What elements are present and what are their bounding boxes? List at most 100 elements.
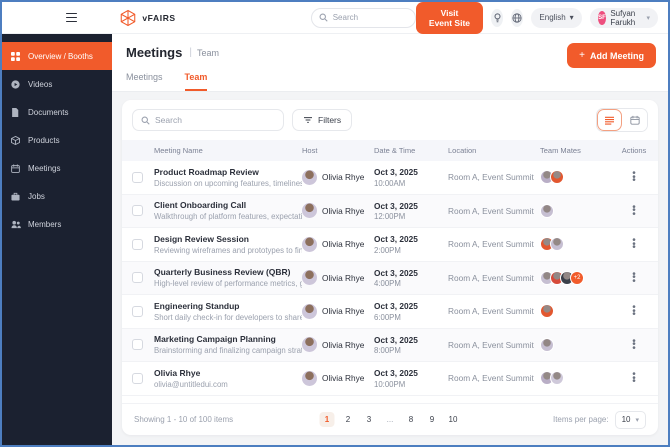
document-icon bbox=[11, 107, 21, 117]
global-search-input[interactable] bbox=[332, 13, 408, 22]
box-icon bbox=[11, 135, 21, 145]
table-toolbar: Filters bbox=[122, 100, 658, 140]
meeting-time: 12:00PM bbox=[374, 212, 406, 221]
chevron-down-icon: ▾ bbox=[569, 13, 574, 22]
global-search[interactable] bbox=[310, 7, 416, 28]
host-avatar bbox=[302, 270, 317, 286]
table-row: Quarterly Business Review (QBR) High-leve… bbox=[122, 261, 658, 295]
hamburger-menu-icon[interactable] bbox=[66, 10, 78, 25]
meeting-subtitle: Reviewing wireframes and prototypes to f… bbox=[154, 245, 302, 255]
sidebar-item-members[interactable]: Members bbox=[2, 210, 112, 238]
pagination-page-9[interactable]: 9 bbox=[425, 412, 440, 427]
sidebar-item-jobs[interactable]: Jobs bbox=[2, 182, 112, 210]
actions-cell: • • • bbox=[620, 336, 648, 353]
sidebar-item-documents[interactable]: Documents bbox=[2, 98, 112, 126]
host-name: Olivia Rhye bbox=[322, 306, 365, 317]
pagination-page-10[interactable]: 10 bbox=[446, 412, 461, 427]
main-content: Meetings | Team + Add Meeting Meetings T… bbox=[112, 34, 668, 445]
meeting-time: 10:00PM bbox=[374, 379, 406, 389]
visit-event-site-button[interactable]: Visit Event Site bbox=[415, 2, 484, 34]
globe-icon[interactable] bbox=[511, 8, 524, 27]
breadcrumb-separator: | bbox=[189, 47, 192, 58]
date-time-cell: Oct 3, 2025 12:00PM bbox=[374, 201, 448, 222]
meeting-name-cell: Design Review Session Reviewing wireframe… bbox=[154, 234, 302, 255]
row-checkbox[interactable] bbox=[132, 205, 143, 217]
tab-team[interactable]: Team bbox=[184, 72, 208, 91]
meeting-subtitle: Discussion on upcoming features, timelin… bbox=[154, 178, 302, 188]
table-footer: Showing 1 - 10 of 100 items 1 2 3... 8 9 10 I… bbox=[122, 403, 658, 435]
table-search[interactable] bbox=[132, 109, 284, 131]
date-time-cell: Oct 3, 2025 10:00AM bbox=[374, 167, 448, 188]
search-icon bbox=[319, 13, 328, 22]
meeting-time: 10:00AM bbox=[374, 178, 406, 188]
host-avatar bbox=[302, 169, 317, 185]
host-name: Olivia Rhye bbox=[322, 272, 365, 283]
meeting-title: Marketing Campaign Planning bbox=[154, 334, 276, 345]
date-time-cell: Oct 3, 2025 6:00PM bbox=[374, 301, 448, 322]
team-mates-overflow-badge[interactable]: +2 bbox=[570, 270, 584, 285]
column-header: Location bbox=[448, 146, 477, 155]
column-header: Actions bbox=[621, 146, 647, 155]
tab-meetings[interactable]: Meetings bbox=[126, 72, 163, 91]
chevron-down-icon: ▾ bbox=[646, 14, 651, 22]
page-title: Meetings bbox=[126, 45, 183, 60]
row-actions-kebab-icon[interactable]: • • • bbox=[632, 202, 636, 219]
sidebar-item-videos[interactable]: Videos bbox=[2, 70, 112, 98]
row-actions-kebab-icon[interactable]: • • • bbox=[632, 169, 636, 186]
list-view-button[interactable] bbox=[597, 109, 622, 131]
row-actions-kebab-icon[interactable]: • • • bbox=[632, 303, 636, 320]
row-checkbox[interactable] bbox=[132, 372, 143, 384]
row-checkbox[interactable] bbox=[132, 272, 143, 284]
row-actions-kebab-icon[interactable]: • • • bbox=[632, 336, 636, 353]
meetings-card: Filters bbox=[122, 100, 658, 435]
lightbulb-icon[interactable] bbox=[491, 8, 504, 27]
row-checkbox[interactable] bbox=[132, 305, 143, 317]
pagination-page-3[interactable]: 3 bbox=[362, 412, 377, 427]
location-cell: Room A, Event Summit bbox=[448, 205, 534, 216]
sidebar: Overview / Booths Videos Documents Products… bbox=[2, 34, 112, 445]
view-toggle bbox=[596, 108, 648, 132]
page-header: Meetings | Team + Add Meeting Meetings T… bbox=[112, 34, 668, 92]
grid-icon bbox=[11, 51, 21, 61]
meeting-title: Product Roadmap Review bbox=[154, 166, 259, 177]
host-name: Olivia Rhye bbox=[322, 239, 365, 250]
row-actions-kebab-icon[interactable]: • • • bbox=[632, 269, 636, 286]
location-cell: Room A, Event Summit bbox=[448, 172, 534, 183]
host-avatar bbox=[302, 203, 317, 219]
sidebar-item-meetings[interactable]: Meetings bbox=[2, 154, 112, 182]
sidebar-item-products[interactable]: Products bbox=[2, 126, 112, 154]
pagination-page-1[interactable]: 1 bbox=[319, 412, 335, 427]
team-mates-cell bbox=[540, 170, 620, 185]
pagination-page-8[interactable]: 8 bbox=[404, 412, 419, 427]
pagination-page-2[interactable]: 2 bbox=[341, 412, 356, 427]
items-per-page-select[interactable]: 10 ▾ bbox=[614, 410, 646, 429]
row-actions-kebab-icon[interactable]: • • • bbox=[632, 236, 636, 253]
calendar-icon bbox=[11, 163, 21, 173]
add-meeting-button[interactable]: + Add Meeting bbox=[567, 43, 656, 68]
meeting-date: Oct 3, 2025 bbox=[374, 200, 418, 211]
row-checkbox[interactable] bbox=[132, 339, 143, 351]
table-search-input[interactable] bbox=[155, 115, 275, 125]
meeting-name-cell: Client Onboarding Call Walkthrough of pla… bbox=[154, 200, 302, 221]
calendar-view-button[interactable] bbox=[622, 109, 647, 131]
meeting-subtitle: Walkthrough of platform features, expect… bbox=[154, 212, 302, 222]
filters-button[interactable]: Filters bbox=[292, 109, 353, 131]
location-cell: Room A, Event Summit bbox=[448, 272, 534, 283]
row-checkbox[interactable] bbox=[132, 238, 143, 250]
meeting-time: 6:00PM bbox=[374, 312, 401, 322]
language-selector[interactable]: English ▾ bbox=[531, 7, 582, 28]
table-row: Client Onboarding Call Walkthrough of pla… bbox=[122, 194, 658, 228]
host-cell: Olivia Rhye bbox=[302, 303, 374, 319]
user-menu[interactable]: SF Sufyan Farukh ▾ bbox=[589, 7, 659, 28]
user-avatar: SF bbox=[597, 10, 607, 25]
sidebar-item-label: Documents bbox=[28, 107, 69, 117]
actions-cell: • • • bbox=[620, 303, 648, 320]
row-actions-kebab-icon[interactable]: • • • bbox=[632, 370, 636, 387]
meeting-name-cell: Olivia Rhye olivia@untitledui.com bbox=[154, 368, 302, 389]
host-avatar bbox=[302, 337, 317, 353]
meeting-name-cell: Product Roadmap Review Discussion on upco… bbox=[154, 167, 302, 188]
sidebar-item-overview-booths[interactable]: Overview / Booths bbox=[2, 42, 112, 70]
row-checkbox[interactable] bbox=[132, 171, 143, 183]
host-cell: Olivia Rhye bbox=[302, 169, 374, 185]
meeting-subtitle: olivia@untitledui.com bbox=[154, 379, 228, 389]
